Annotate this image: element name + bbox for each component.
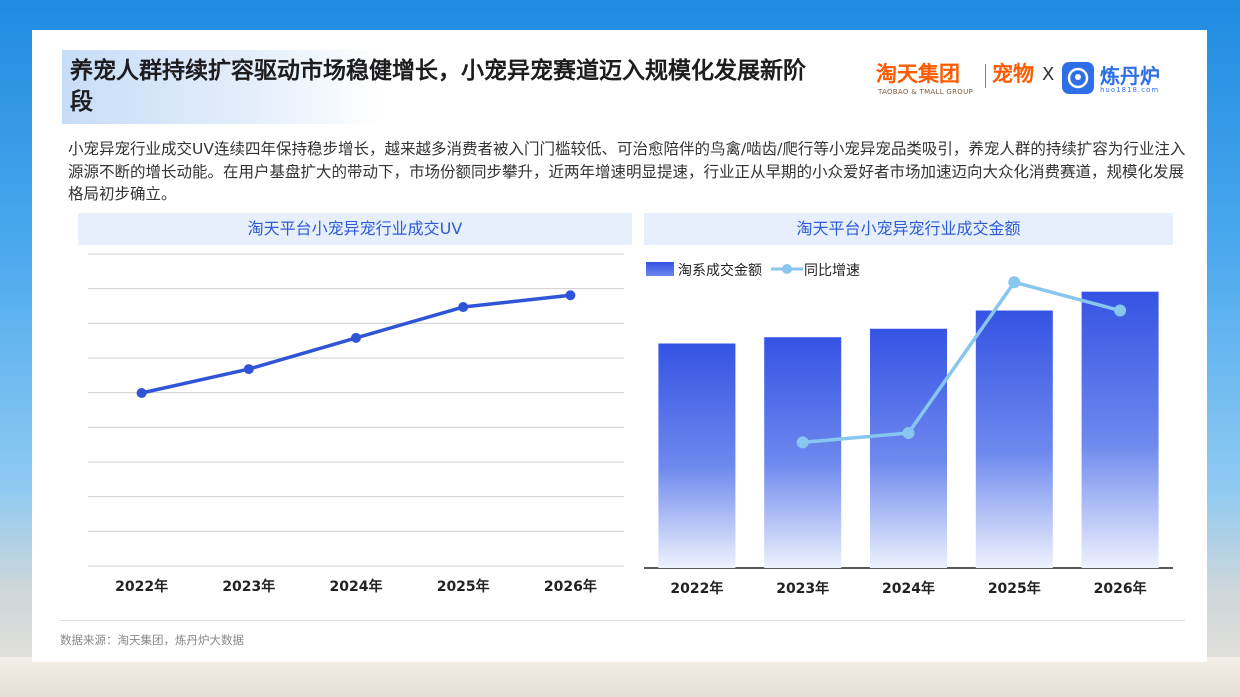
growth-data-point	[1114, 304, 1127, 317]
x-tick-label: 2022年	[670, 580, 723, 597]
gmv-bar	[975, 310, 1053, 568]
data-source: 数据来源：淘天集团，炼丹炉大数据	[60, 633, 244, 647]
footer-divider	[60, 620, 1185, 621]
growth-data-point	[902, 426, 915, 439]
gmv-bar	[870, 328, 947, 568]
gmv-bar	[1081, 291, 1159, 568]
growth-data-point	[1008, 276, 1021, 289]
x-tick-label: 2024年	[882, 580, 935, 597]
growth-series-line	[802, 280, 1121, 445]
gmv-combo-chart: 2022年 2023年 2024年 2025年 2026年	[644, 276, 1173, 597]
growth-data-point	[796, 436, 809, 449]
gmv-bar	[658, 343, 736, 568]
x-tick-label: 2026年	[1094, 580, 1147, 597]
page-backdrop	[0, 657, 1240, 697]
x-tick-label: 2025年	[988, 580, 1041, 597]
x-tick-label: 2023年	[776, 580, 829, 597]
gmv-bar	[764, 337, 842, 568]
report-card: 养宠人群持续扩容驱动市场稳健增长，小宠异宠赛道迈入规模化发展新阶段 淘天集团 T…	[32, 30, 1207, 662]
